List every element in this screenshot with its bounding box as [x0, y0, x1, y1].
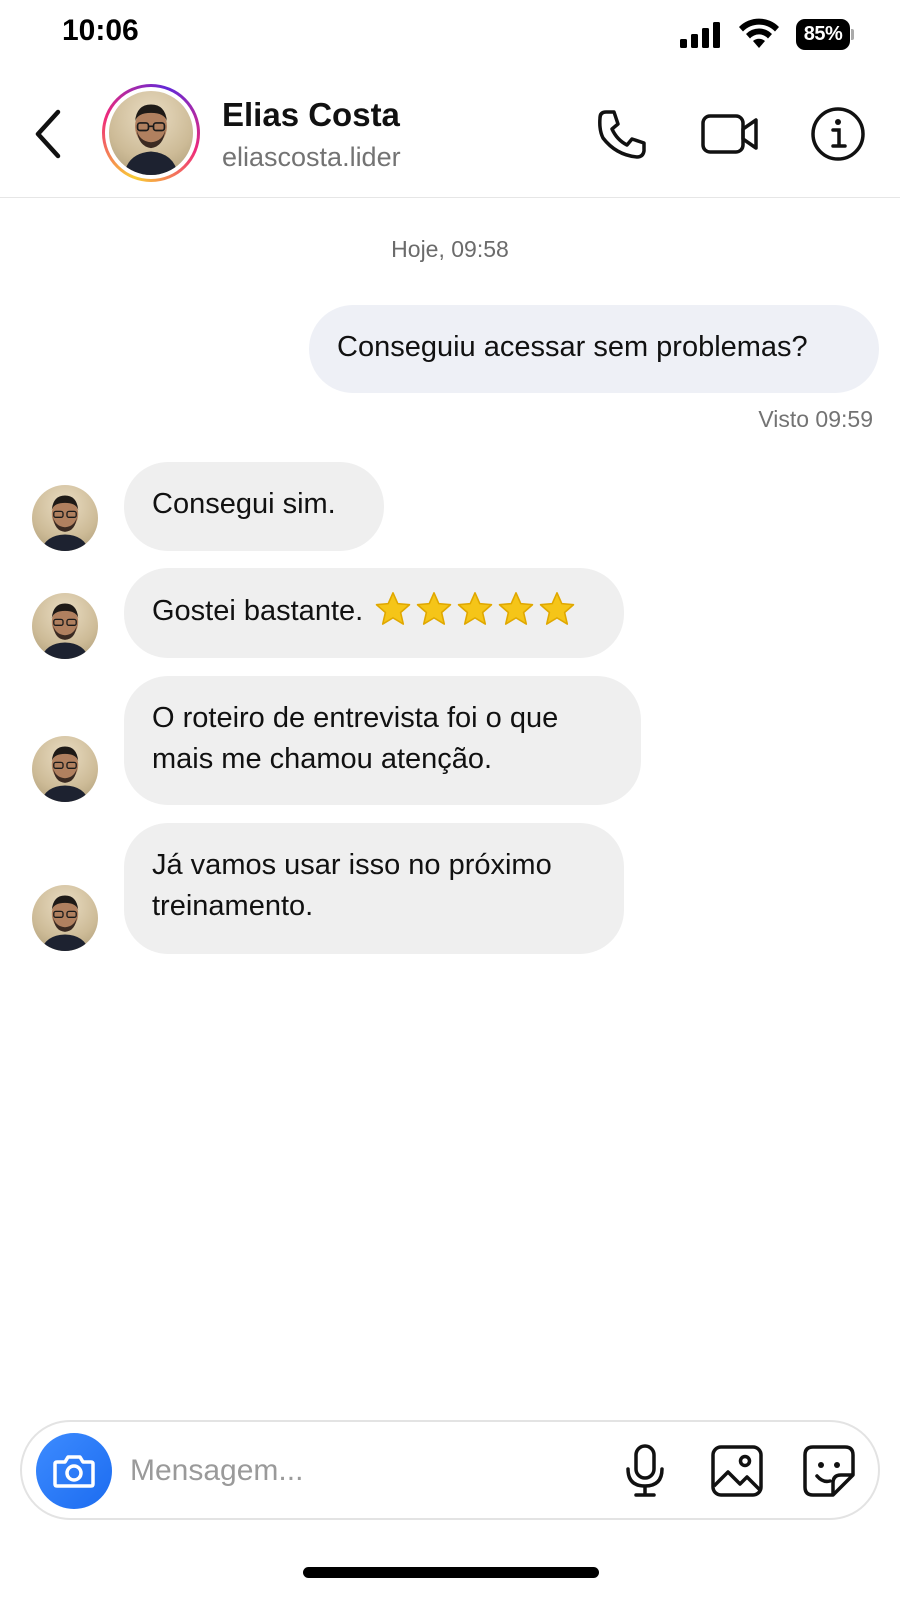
contact-handle[interactable]: eliascosta.lider — [222, 142, 401, 173]
star-rating — [371, 592, 576, 627]
cellular-signal-icon — [680, 22, 720, 48]
message-text: Gostei bastante. — [152, 595, 364, 627]
image-icon[interactable] — [708, 1442, 766, 1500]
incoming-message[interactable]: Já vamos usar isso no próximo treinament… — [124, 823, 624, 954]
chevron-left-icon[interactable] — [28, 106, 68, 162]
info-icon[interactable] — [808, 104, 868, 164]
star-icon — [375, 592, 411, 625]
battery-indicator: 85% — [796, 19, 854, 50]
avatar[interactable] — [32, 485, 98, 551]
incoming-message[interactable]: Consegui sim. — [124, 462, 384, 551]
status-bar: 10:06 85% — [0, 0, 900, 70]
home-indicator — [303, 1567, 599, 1578]
profile-avatar[interactable] — [102, 84, 200, 182]
star-icon — [539, 592, 575, 625]
microphone-icon[interactable] — [616, 1442, 674, 1500]
incoming-message[interactable]: O roteiro de entrevista foi o que mais m… — [124, 676, 641, 805]
avatar[interactable] — [32, 885, 98, 951]
star-icon — [416, 592, 452, 625]
avatar[interactable] — [32, 736, 98, 802]
chat-header: Elias Costa eliascosta.lider — [0, 70, 900, 198]
camera-button[interactable] — [36, 1433, 112, 1509]
date-separator: Hoje, 09:58 — [391, 236, 509, 262]
sticker-icon[interactable] — [800, 1442, 858, 1500]
status-time: 10:06 — [62, 14, 139, 47]
seen-status: Visto 09:59 — [758, 406, 873, 432]
wifi-icon — [739, 18, 779, 48]
avatar-photo — [109, 91, 193, 175]
battery-cap — [851, 29, 854, 40]
message-composer — [20, 1420, 880, 1520]
outgoing-message[interactable]: Conseguiu acessar sem problemas? — [309, 305, 879, 393]
star-icon — [498, 592, 534, 625]
avatar[interactable] — [32, 593, 98, 659]
contact-name[interactable]: Elias Costa — [222, 96, 400, 134]
phone-icon[interactable] — [592, 104, 652, 164]
message-input[interactable] — [130, 1446, 600, 1496]
video-camera-icon[interactable] — [700, 104, 760, 164]
star-icon — [457, 592, 493, 625]
incoming-message-rating[interactable]: Gostei bastante. — [124, 568, 624, 658]
camera-icon — [53, 1455, 95, 1488]
battery-level: 85% — [796, 19, 850, 50]
